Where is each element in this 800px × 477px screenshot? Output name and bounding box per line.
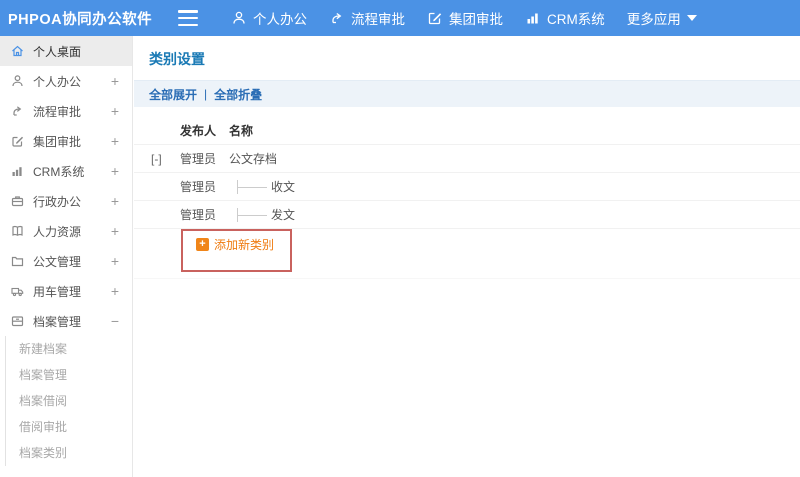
sidebar-item-label: 个人办公	[33, 74, 82, 89]
sidebar-item-vehicle-management[interactable]: 用车管理 +	[0, 276, 132, 306]
table-row: [-] 管理员 公文存档	[134, 145, 800, 173]
topbar: PHPOA协同办公软件 个人办公 流程审批 集团审批 CRM系统 更多应用	[0, 0, 800, 36]
sidebar-item-personal-desktop[interactable]: 个人桌面	[0, 36, 132, 66]
collapse-toggle[interactable]: [-]	[134, 152, 180, 166]
cell-name: 公文存档	[229, 150, 800, 167]
table-row: 管理员 发文	[134, 201, 800, 229]
expand-plus-icon[interactable]: +	[111, 164, 119, 178]
main-content: 类别设置 全部展开 | 全部折叠 发布人 名称 [-] 管理员 公文存档 管理员…	[134, 36, 800, 477]
edit-icon	[10, 134, 26, 148]
table-header-row: 发布人 名称	[134, 117, 800, 145]
submenu-item-archive-category[interactable]: 档案类别	[6, 440, 132, 466]
cell-publisher: 管理员	[180, 208, 217, 222]
nav-label: 个人办公	[253, 12, 307, 27]
flow-icon	[10, 104, 26, 118]
expand-plus-icon[interactable]: +	[111, 284, 119, 298]
collapse-minus-icon[interactable]: −	[111, 314, 119, 328]
add-category-button[interactable]: + 添加新类别	[196, 236, 274, 253]
sidebar-item-archive-management[interactable]: 档案管理 −	[0, 306, 132, 336]
nav-label: CRM系统	[547, 12, 605, 27]
expand-plus-icon[interactable]: +	[111, 134, 119, 148]
nav-label: 更多应用	[626, 12, 681, 27]
category-name[interactable]: 发文	[271, 206, 295, 223]
nav-more-apps[interactable]: 更多应用	[627, 8, 697, 28]
sidebar-item-human-resources[interactable]: 人力资源 +	[0, 216, 132, 246]
header-name: 名称	[229, 124, 254, 138]
expand-plus-icon[interactable]: +	[111, 194, 119, 208]
expand-plus-icon[interactable]: +	[111, 104, 119, 118]
submenu-item-borrow-approval[interactable]: 借阅审批	[6, 414, 132, 440]
truck-icon	[10, 284, 26, 298]
add-category-label: 添加新类别	[214, 238, 275, 252]
nav-label: 流程审批	[351, 12, 405, 27]
app-logo: PHPOA协同办公软件	[8, 11, 153, 28]
sidebar-item-label: 行政办公	[33, 194, 82, 209]
person-icon	[231, 10, 247, 26]
cell-publisher: 管理员	[180, 180, 217, 194]
nav-crm-system[interactable]: CRM系统	[525, 8, 605, 28]
chart-icon	[10, 164, 26, 178]
sidebar-item-label: 集团审批	[33, 134, 82, 149]
plus-icon: +	[196, 238, 209, 251]
expand-plus-icon[interactable]: +	[111, 224, 119, 238]
expand-plus-icon[interactable]: +	[111, 254, 119, 268]
toolbar-separator: |	[204, 87, 208, 101]
sidebar-item-label: 公文管理	[33, 254, 82, 269]
tree-toolbar: 全部展开 | 全部折叠	[134, 80, 800, 107]
tree-branch-line	[237, 207, 267, 222]
cell-name: 收文	[229, 178, 800, 195]
sidebar-item-personal-office[interactable]: 个人办公 +	[0, 66, 132, 96]
sidebar-item-group-approval[interactable]: 集团审批 +	[0, 126, 132, 156]
menu-toggle-icon[interactable]	[178, 10, 198, 26]
sidebar-item-label: 人力资源	[33, 224, 82, 239]
table-row: 管理员 收文	[134, 173, 800, 201]
tree-branch-line	[237, 179, 267, 194]
submenu-item-new-archive[interactable]: 新建档案	[6, 336, 132, 362]
page-title: 类别设置	[149, 51, 205, 67]
chart-icon	[525, 10, 541, 26]
category-name[interactable]: 收文	[271, 178, 295, 195]
cell-name: 发文	[229, 206, 800, 223]
sidebar-item-label: CRM系统	[33, 164, 85, 179]
add-category-row: + 添加新类别	[134, 229, 800, 279]
sidebar-item-label: 档案管理	[33, 314, 82, 329]
submenu-item-archive-management[interactable]: 档案管理	[6, 362, 132, 388]
expand-plus-icon[interactable]: +	[111, 74, 119, 88]
flow-icon	[329, 10, 345, 26]
submenu-item-archive-borrow[interactable]: 档案借阅	[6, 388, 132, 414]
category-name[interactable]: 公文存档	[229, 150, 277, 167]
archive-submenu: 新建档案 档案管理 档案借阅 借阅审批 档案类别	[5, 336, 132, 466]
sidebar-item-label: 流程审批	[33, 104, 82, 119]
category-table: 发布人 名称 [-] 管理员 公文存档 管理员 收文 管理员 发文 + 添加新类…	[134, 117, 800, 279]
briefcase-icon	[10, 194, 26, 208]
edit-icon	[427, 10, 443, 26]
archive-icon	[10, 314, 26, 328]
sidebar-item-process-approval[interactable]: 流程审批 +	[0, 96, 132, 126]
nav-label: 集团审批	[449, 12, 503, 27]
home-icon	[10, 44, 26, 58]
folder-icon	[10, 254, 26, 268]
sidebar-item-label: 个人桌面	[33, 44, 82, 59]
nav-process-approval[interactable]: 流程审批	[329, 8, 405, 28]
person-icon	[10, 74, 26, 88]
collapse-all-link[interactable]: 全部折叠	[214, 86, 262, 103]
sidebar-item-admin-office[interactable]: 行政办公 +	[0, 186, 132, 216]
sidebar-item-document-management[interactable]: 公文管理 +	[0, 246, 132, 276]
sidebar-item-crm-system[interactable]: CRM系统 +	[0, 156, 132, 186]
sidebar: 个人桌面 个人办公 + 流程审批 + 集团审批 + CRM系统 + 行政办公 +…	[0, 36, 133, 477]
expand-all-link[interactable]: 全部展开	[149, 86, 197, 103]
caret-down-icon	[686, 15, 697, 21]
nav-personal-office[interactable]: 个人办公	[231, 8, 307, 28]
sidebar-item-label: 用车管理	[33, 284, 82, 299]
book-icon	[10, 224, 26, 238]
nav-group-approval[interactable]: 集团审批	[427, 8, 503, 28]
header-publisher: 发布人	[180, 124, 217, 138]
cell-publisher: 管理员	[180, 152, 217, 166]
